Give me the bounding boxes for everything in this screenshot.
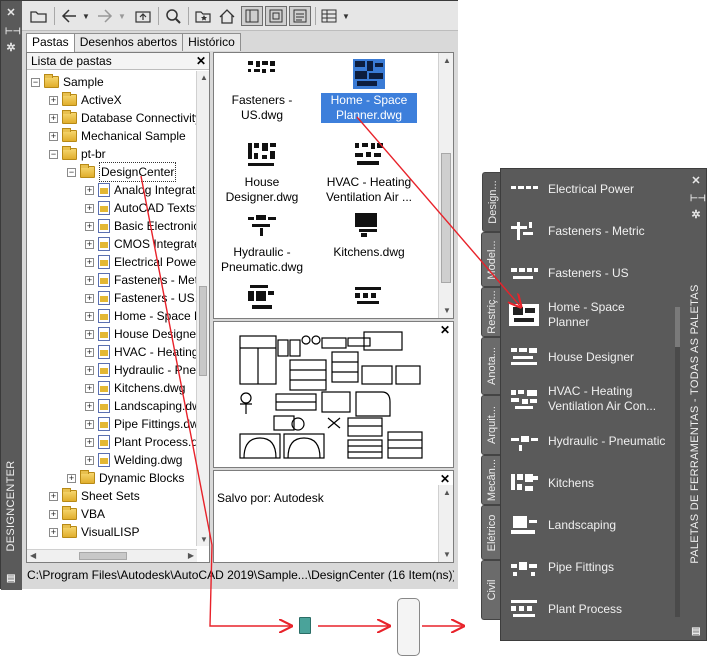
dragged-file-icon <box>299 617 311 634</box>
screenshot-stage: ✕ ⊢⊣ ✲ DESIGNCENTER ▤ ▼ ▼ ▼ Pastas Desen… <box>0 0 707 660</box>
palette-placeholder-icon <box>397 598 420 656</box>
drag-flow-arrows <box>140 116 707 660</box>
